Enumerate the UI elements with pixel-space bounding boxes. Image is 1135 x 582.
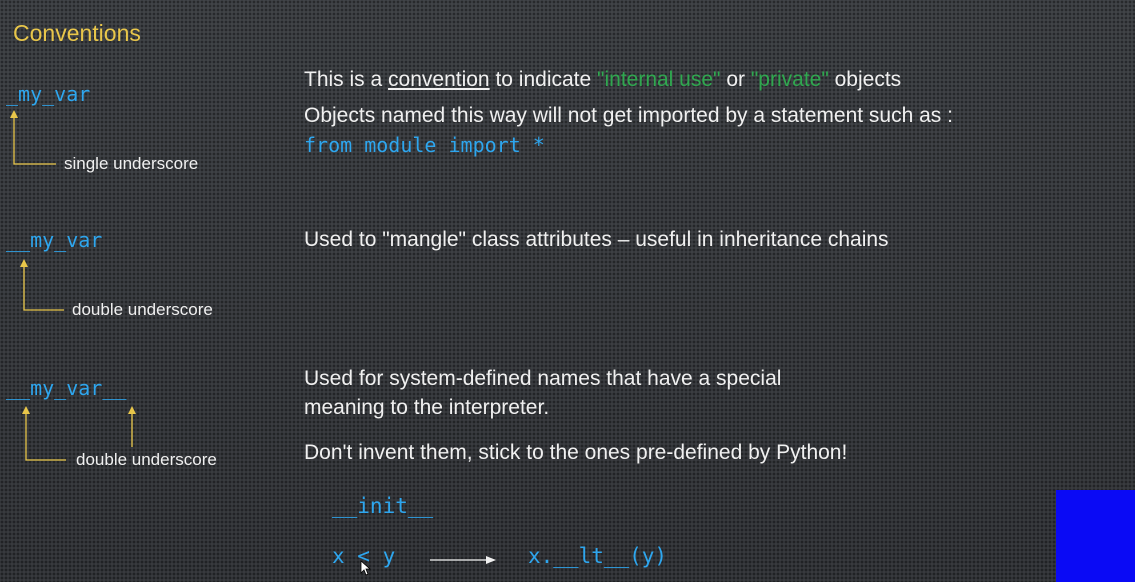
arrow-right-icon: [486, 556, 496, 564]
row3-line3: Don't invent them, stick to the ones pre…: [304, 441, 848, 464]
row3-line2: meaning to the interpreter.: [304, 396, 550, 419]
text-segment: to indicate: [489, 68, 598, 91]
blue-square-overlay: [1056, 490, 1135, 582]
example-lt-right-code: x.__lt__(y): [528, 544, 668, 568]
annotation-dunder: double underscore: [76, 450, 217, 469]
text-segment: or: [720, 68, 751, 91]
row2-line1: Used to "mangle" class attributes – usef…: [304, 228, 889, 251]
internal-use-text: "internal use": [597, 68, 721, 91]
text-segment: This is a: [304, 68, 389, 91]
mouse-cursor-icon: [360, 560, 372, 576]
var-double-underscore: __my_var: [6, 228, 103, 252]
annotation-single-underscore: single underscore: [64, 154, 199, 173]
text-segment: objects: [828, 68, 902, 91]
example-init-code: __init__: [332, 494, 434, 518]
var-dunder: __my_var__: [6, 376, 127, 400]
import-statement-code: from module import *: [304, 133, 545, 157]
row1-line1: This is a convention to indicate "intern…: [304, 68, 901, 92]
var-single-underscore: _my_var: [6, 82, 91, 106]
row1-line2: Objects named this way will not get impo…: [304, 104, 953, 127]
row3-line1: Used for system-defined names that have …: [304, 367, 782, 390]
annotation-double-underscore: double underscore: [72, 300, 213, 319]
convention-word: convention: [388, 68, 490, 91]
private-text: "private": [750, 68, 829, 91]
